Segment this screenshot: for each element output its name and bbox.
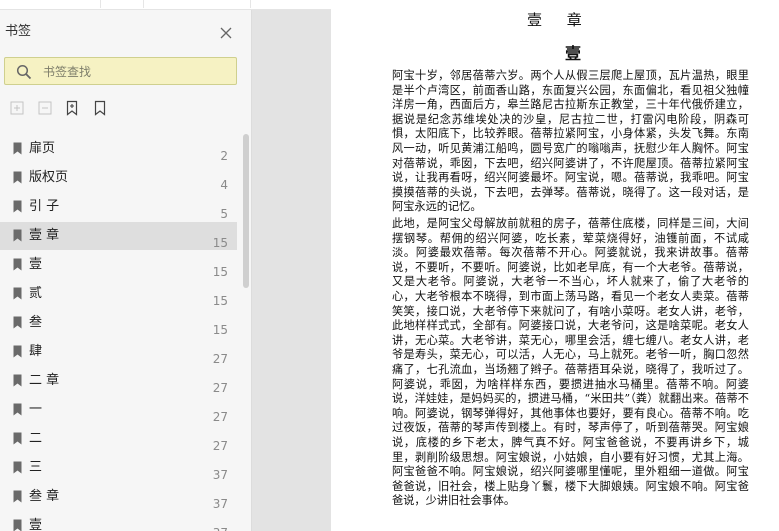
bookmark-item-page: 15 xyxy=(212,323,228,337)
bookmark-search-input[interactable] xyxy=(41,62,235,82)
bookmark-icon xyxy=(13,490,22,503)
bookmark-item[interactable]: 叁 章 37 xyxy=(0,483,237,511)
bookmark-item-page: 27 xyxy=(212,381,228,395)
bookmark-item[interactable]: 贰 15 xyxy=(0,280,237,308)
bookmark-icon xyxy=(13,432,22,445)
bookmark-item-page: 37 xyxy=(212,468,228,482)
section-title: 壹 xyxy=(565,44,582,63)
bookmark-icon xyxy=(13,345,22,358)
bookmark-icon xyxy=(13,461,22,474)
bookmark-icon[interactable] xyxy=(92,100,108,116)
bookmark-item-label: 一 xyxy=(29,402,43,417)
bookmark-item[interactable]: 二 27 xyxy=(0,425,237,453)
bookmark-icon xyxy=(13,316,22,329)
bookmark-item-label: 叁 xyxy=(29,315,43,330)
bookmark-item[interactable]: 三 37 xyxy=(0,454,237,482)
bookmark-item-page: 15 xyxy=(212,236,228,250)
bookmark-icon xyxy=(13,142,22,155)
bookmark-icon xyxy=(13,258,22,271)
bookmark-item-label: 贰 xyxy=(29,286,43,301)
bookmark-item-page: 15 xyxy=(212,294,228,308)
bookmark-item[interactable]: 肆 27 xyxy=(0,338,237,366)
bookmark-icon xyxy=(13,171,22,184)
bookmark-item-label: 版权页 xyxy=(29,170,69,185)
bookmark-item-label: 壹 章 xyxy=(29,228,60,243)
add-bookmark-icon[interactable] xyxy=(64,100,80,116)
bookmark-search-box[interactable] xyxy=(4,57,237,85)
toolbar-divider xyxy=(100,0,101,8)
close-icon[interactable] xyxy=(219,26,233,40)
bookmark-item-page: 37 xyxy=(212,497,228,511)
bookmark-item-label: 肆 xyxy=(29,344,43,359)
bookmark-icon xyxy=(13,374,22,387)
chapter-title: 壹 章 xyxy=(527,11,592,29)
bookmark-item-label: 壹 xyxy=(29,257,43,272)
bookmark-icon xyxy=(13,287,22,300)
bookmark-item[interactable]: 一 27 xyxy=(0,396,237,424)
bookmark-sidebar: 书签 扉页2版权页4引 子5壹 章15壹15贰15叁15肆27二 章27一27二… xyxy=(0,10,252,531)
bookmark-toolbar xyxy=(0,100,251,122)
bookmark-item-label: 壹 xyxy=(29,518,43,531)
bookmark-item-page: 37 xyxy=(213,526,228,531)
bookmark-item-page: 15 xyxy=(212,265,228,279)
bookmark-item-label: 引 子 xyxy=(29,199,60,214)
bookmark-item[interactable]: 壹 37 xyxy=(0,512,237,531)
bookmark-item-page: 2 xyxy=(220,149,228,163)
bookmark-item-page: 27 xyxy=(212,439,228,453)
bookmark-item-page: 27 xyxy=(212,410,228,424)
search-icon xyxy=(16,64,32,80)
bookmark-item[interactable]: 叁 15 xyxy=(0,309,237,337)
bookmark-item-label: 三 xyxy=(29,460,43,475)
bookmark-list: 扉页 2 版权页 4 引 子5壹 章 15 壹 15 贰 15 叁 15 肆 27 二 章 27 一 27 二 27 三… xyxy=(0,134,240,531)
sidebar-header: 书签 xyxy=(0,10,251,44)
bookmark-item[interactable]: 版权页 4 xyxy=(0,164,237,192)
sidebar-title: 书签 xyxy=(5,24,32,39)
document-page: 壹 章 壹 阿宝十岁，邻居蓓蒂六岁。两个人从假三层爬上屋顶，瓦片温热，眼里是半个… xyxy=(331,0,779,531)
toolbar-divider xyxy=(250,0,251,8)
bookmark-item[interactable]: 壹 章 15 xyxy=(0,222,237,250)
bookmark-item-label: 二 xyxy=(29,431,43,446)
expand-all-icon[interactable] xyxy=(9,100,25,116)
bookmark-item[interactable]: 扉页 2 xyxy=(0,135,237,163)
bookmark-icon xyxy=(13,200,22,213)
body-paragraph: 此地，是阿宝父母解放前就租的房子，蓓蒂住底楼，同样是三间，大间摆钢琴。帮佣的绍兴… xyxy=(392,217,749,508)
bookmark-item[interactable]: 二 章 27 xyxy=(0,367,237,395)
body-paragraph: 阿宝十岁，邻居蓓蒂六岁。两个人从假三层爬上屋顶，瓦片温热，眼里是半个卢湾区，前面… xyxy=(392,69,749,214)
bookmark-icon xyxy=(13,519,22,531)
bookmark-item[interactable]: 引 子 5 xyxy=(0,193,237,221)
bookmark-item-page: 27 xyxy=(212,352,228,366)
bookmark-item-page: 4 xyxy=(220,178,228,192)
bookmark-item-label: 叁 章 xyxy=(29,489,60,504)
bookmark-item-label: 二 章 xyxy=(29,373,60,388)
sidebar-scrollbar[interactable] xyxy=(241,134,250,531)
scrollbar-thumb[interactable] xyxy=(243,134,249,288)
bookmark-item-label: 扉页 xyxy=(29,141,56,156)
bookmark-icon xyxy=(13,229,22,242)
bookmark-icon xyxy=(13,403,22,416)
collapse-all-icon[interactable] xyxy=(37,100,53,116)
toolbar-divider xyxy=(143,0,144,8)
bookmark-item[interactable]: 壹 15 xyxy=(0,251,237,279)
bookmark-item-page: 5 xyxy=(220,207,228,221)
